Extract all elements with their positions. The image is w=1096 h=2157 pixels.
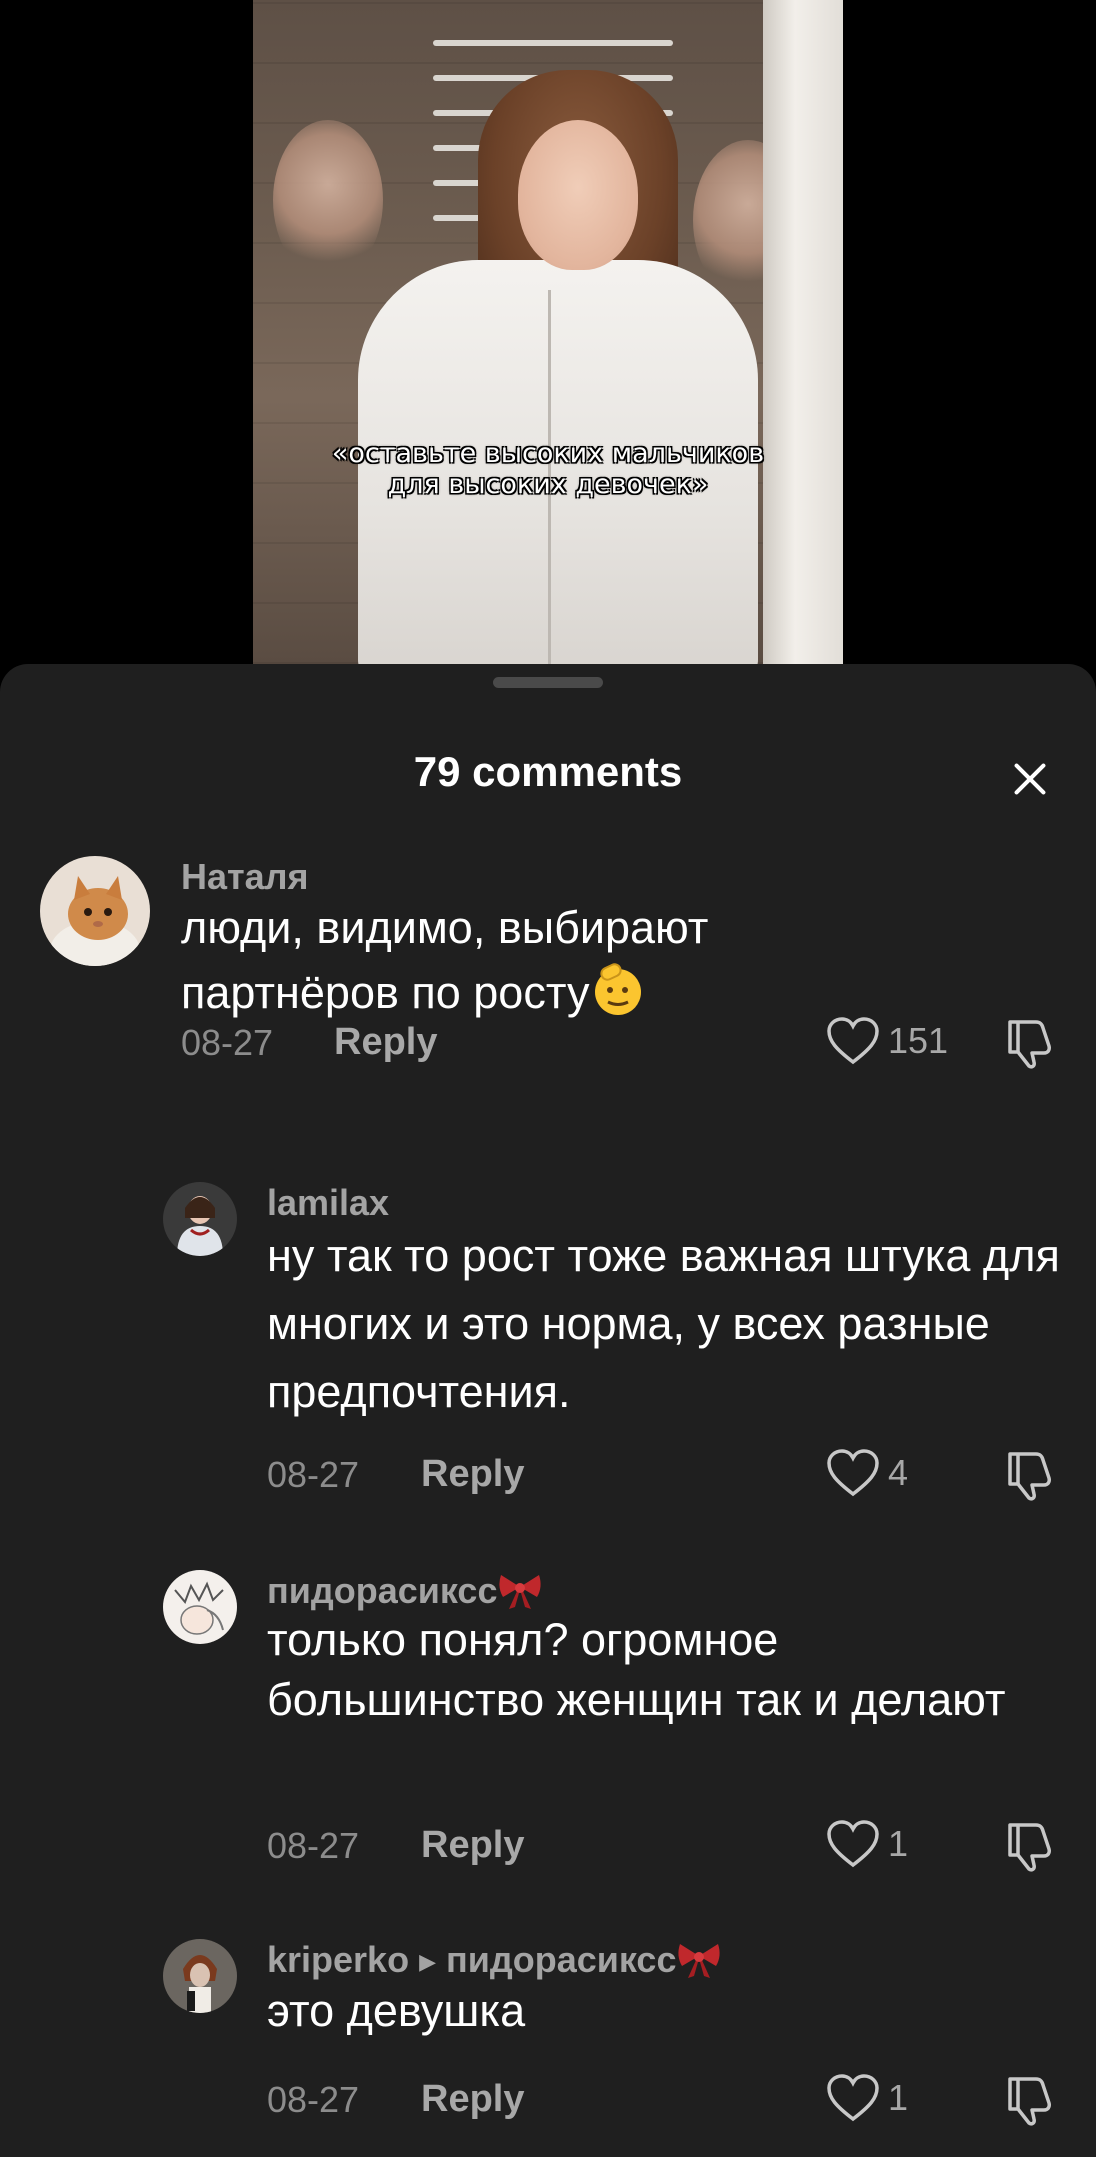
thumbs-down-icon [1008,1020,1051,1069]
comments-sheet: 79 comments Наталя люди, видимо, выбираю… [0,664,1096,2157]
ribbon-bow-emoji-icon [497,1571,543,1611]
like-button[interactable]: 4 [826,1448,908,1498]
comment-date: 08-27 [267,2079,360,2120]
video-person [348,60,768,664]
reply-button[interactable]: Reply [421,2078,524,2121]
avatar[interactable] [40,856,150,966]
dislike-button[interactable] [1002,1819,1058,1878]
comments-count-title: 79 comments [413,748,683,795]
reply-button[interactable]: Reply [421,1824,524,1867]
like-count: 1 [888,1823,909,1864]
comment-date: 08-27 [181,1022,274,1063]
heart-icon [827,1017,879,1065]
comment-text: ну так то рост тоже важная штука для мно… [267,1230,1060,1417]
heart-icon [827,1820,879,1868]
ribbon-bow-emoji-icon [676,1940,722,1980]
comment-username[interactable]: kriperko ▶ пидорасиксс [267,1939,722,1981]
comment-date: 08-27 [267,1825,360,1866]
like-button[interactable]: 1 [826,2073,908,2123]
thumbs-down-icon [1008,2077,1051,2126]
video-player[interactable]: «оставьте высоких мальчиков для высоких … [0,0,1096,664]
thumbs-down-icon [1008,1823,1051,1872]
avatar[interactable] [163,1182,237,1256]
comment-username[interactable]: Наталя [181,856,309,898]
avatar[interactable] [163,1939,237,2013]
like-count: 151 [888,1020,949,1061]
video-frame[interactable]: «оставьте высоких мальчиков для высоких … [253,0,843,664]
comment-username[interactable]: lamilax [267,1182,389,1224]
reply-button[interactable]: Reply [421,1453,524,1496]
comment-text: только понял? огромное большинство женщи… [267,1614,1006,1725]
like-button[interactable]: 1 [826,1819,908,1869]
video-caption: «оставьте высоких мальчиков для высоких … [331,438,765,500]
comment-username-text: пидорасиксс [267,1570,498,1611]
dislike-button[interactable] [1002,2073,1058,2132]
shower-curtain [763,0,843,664]
like-count: 1 [888,2077,909,2118]
comment-text: люди, видимо, выбирают партнёров по рост… [181,896,801,1025]
dislike-button[interactable] [1002,1016,1058,1075]
reply-button[interactable]: Reply [334,1021,437,1064]
like-button[interactable]: 151 [826,1016,948,1066]
comment-date: 08-27 [267,1454,360,1495]
dislike-button[interactable] [1002,1448,1058,1507]
comment-text: это девушка [267,1985,526,2036]
heart-icon [827,1449,879,1497]
like-count: 4 [888,1452,909,1493]
avatar[interactable] [163,1570,237,1644]
reply-arrow-icon: ▶ [419,1949,436,1975]
close-icon[interactable] [1005,754,1055,804]
heart-icon [827,2074,879,2122]
saluting-face-emoji-icon [589,960,647,1018]
drag-handle[interactable] [493,677,603,688]
reply-to-username[interactable]: пидорасиксс [446,1939,676,1980]
thumbs-down-icon [1008,1452,1051,1501]
comment-username-text[interactable]: kriperko [267,1939,409,1980]
comment-username[interactable]: пидорасиксс [267,1570,543,1612]
